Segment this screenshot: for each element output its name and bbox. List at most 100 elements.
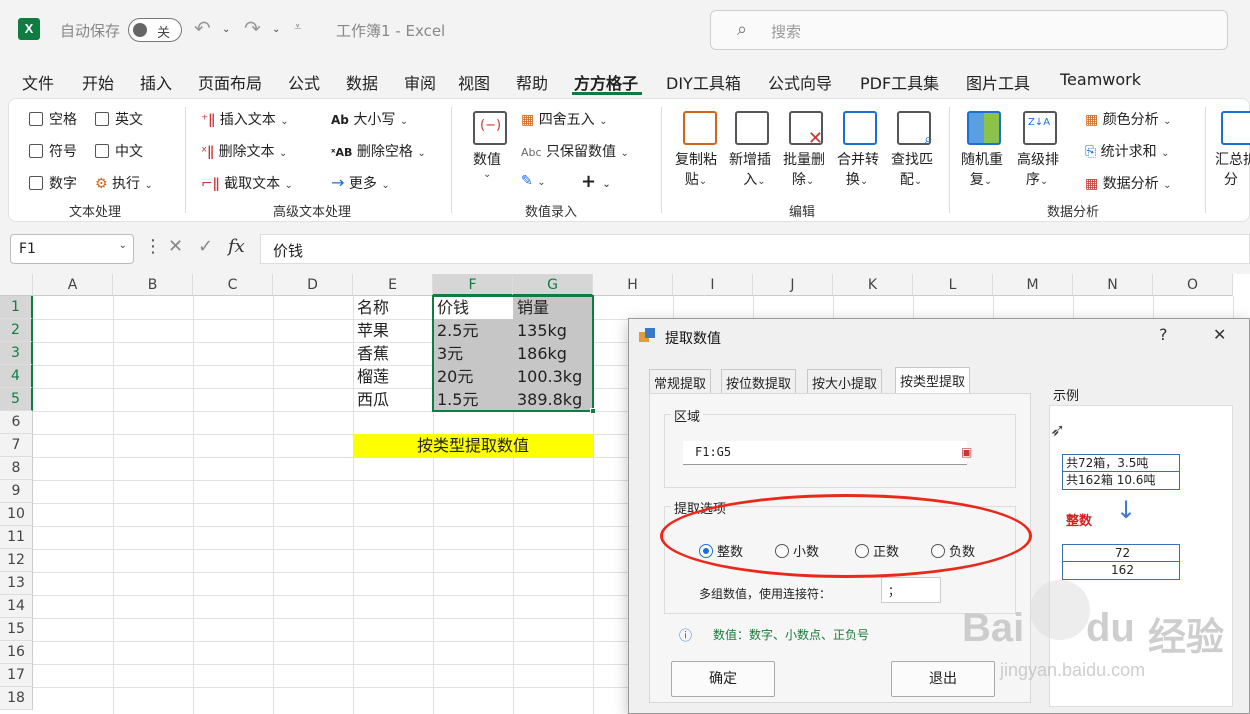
more-button[interactable]: → 更多 ⌄ — [331, 173, 390, 193]
col-header-o[interactable]: O — [1153, 274, 1233, 296]
col-header-d[interactable]: D — [273, 274, 353, 296]
tab-page-layout[interactable]: 页面布局 — [198, 70, 262, 94]
cell-e2[interactable]: 苹果 — [353, 319, 389, 342]
cell-g4[interactable]: 100.3kg — [513, 365, 582, 388]
row-header-10[interactable]: 10 — [0, 503, 33, 526]
row-header-14[interactable]: 14 — [0, 595, 33, 618]
more-options-icon[interactable]: ⋮ — [144, 236, 162, 257]
search-box[interactable]: ⌕ 搜索 — [710, 10, 1228, 50]
quick-access-customize-icon[interactable]: ⩡ — [294, 20, 301, 35]
exit-button[interactable]: 退出 — [891, 661, 995, 697]
row-header-8[interactable]: 8 — [0, 457, 33, 480]
merge-convert-button[interactable]: 合并转 换⌄ — [837, 149, 879, 189]
col-header-a[interactable]: A — [33, 274, 113, 296]
col-header-b[interactable]: B — [113, 274, 193, 296]
redo-dropdown-icon[interactable]: ⌄ — [272, 24, 280, 35]
row-header-1[interactable]: 1 — [0, 296, 33, 319]
row-header-16[interactable]: 16 — [0, 641, 33, 664]
name-box[interactable]: F1 ⌄ — [10, 234, 134, 264]
cell-g1[interactable]: 销量 — [513, 296, 549, 319]
tab-extract-by-type[interactable]: 按类型提取 — [895, 367, 971, 393]
check-space[interactable]: 空格 — [29, 109, 77, 129]
col-header-n[interactable]: N — [1073, 274, 1153, 296]
tab-insert[interactable]: 插入 — [140, 70, 172, 94]
col-header-k[interactable]: K — [833, 274, 913, 296]
advanced-sort-button[interactable]: 高级排 序⌄ — [1017, 149, 1059, 189]
cut-text-button[interactable]: ⌐ǁ 截取文本 ⌄ — [201, 173, 293, 193]
enter-icon[interactable]: ✓ — [198, 236, 213, 257]
tab-home[interactable]: 开始 — [82, 70, 114, 94]
delete-text-button[interactable]: ˣǁ 删除文本 ⌄ — [201, 141, 287, 161]
cell-f1[interactable]: 价钱 — [433, 296, 469, 319]
cell-e5[interactable]: 西瓜 — [353, 388, 389, 411]
cell-g2[interactable]: 135kg — [513, 319, 567, 342]
col-header-i[interactable]: I — [673, 274, 753, 296]
tab-view[interactable]: 视图 — [458, 70, 490, 94]
row-header-13[interactable]: 13 — [0, 572, 33, 595]
undo-icon[interactable]: ↶ — [194, 16, 211, 40]
row-header-4[interactable]: 4 — [0, 365, 33, 388]
cell-f5[interactable]: 1.5元 — [433, 388, 478, 411]
close-button[interactable]: ✕ — [1213, 325, 1226, 344]
execute-button[interactable]: ⚙ 执行 ⌄ — [95, 173, 153, 193]
cell-f4[interactable]: 20元 — [433, 365, 473, 388]
color-analysis-button[interactable]: ▦ 颜色分析 ⌄ — [1085, 109, 1172, 129]
delete-space-button[interactable]: ˣAB 删除空格 ⌄ — [331, 141, 426, 161]
help-button[interactable]: ? — [1159, 325, 1168, 344]
tab-regular-extract[interactable]: 常规提取 — [649, 369, 712, 393]
row-header-15[interactable]: 15 — [0, 618, 33, 641]
row-header-6[interactable]: 6 — [0, 411, 33, 434]
row-header-12[interactable]: 12 — [0, 549, 33, 572]
cell-e1[interactable]: 名称 — [353, 296, 389, 319]
stat-sum-button[interactable]: ⎘ 统计求和 ⌄ — [1085, 141, 1170, 161]
col-header-j[interactable]: J — [753, 274, 833, 296]
value-button[interactable]: 数值 — [473, 149, 501, 169]
formula-input[interactable]: 价钱 — [260, 234, 1250, 264]
tab-file[interactable]: 文件 — [22, 70, 54, 94]
edit-fill-button[interactable]: ✎ ⌄ — [521, 173, 546, 189]
area-input[interactable]: F1:G5 — [683, 441, 967, 465]
tab-diy-toolbox[interactable]: DIY工具箱 — [666, 70, 741, 94]
cell-e3[interactable]: 香蕉 — [353, 342, 389, 365]
row-header-18[interactable]: 18 — [0, 687, 33, 710]
row-header-2[interactable]: 2 — [0, 319, 33, 342]
undo-dropdown-icon[interactable]: ⌄ — [222, 24, 230, 35]
cell-f2[interactable]: 2.5元 — [433, 319, 478, 342]
insert-function-icon[interactable]: fx — [228, 236, 245, 257]
col-header-h[interactable]: H — [593, 274, 673, 296]
ok-button[interactable]: 确定 — [671, 661, 775, 697]
fill-handle[interactable] — [590, 408, 596, 414]
find-match-button[interactable]: 查找匹 配⌄ — [891, 149, 933, 189]
tab-help[interactable]: 帮助 — [516, 70, 548, 94]
row-header-9[interactable]: 9 — [0, 480, 33, 503]
row-header-11[interactable]: 11 — [0, 526, 33, 549]
col-header-m[interactable]: M — [993, 274, 1073, 296]
check-symbol[interactable]: 符号 — [29, 141, 77, 161]
cell-e4[interactable]: 榴莲 — [353, 365, 389, 388]
copy-paste-button[interactable]: 复制粘 贴⌄ — [675, 149, 717, 189]
row-header-17[interactable]: 17 — [0, 664, 33, 687]
autosave-toggle[interactable]: 关 — [128, 18, 182, 42]
tab-teamwork[interactable]: Teamwork — [1060, 70, 1141, 89]
keep-number-button[interactable]: Abc 只保留数值 ⌄ — [521, 141, 629, 161]
add-insert-button[interactable]: 新增插 入⌄ — [729, 149, 771, 189]
check-chinese[interactable]: 中文 — [95, 141, 143, 161]
joiner-input[interactable]: ； — [881, 577, 941, 603]
tab-formula-wizard[interactable]: 公式向导 — [768, 70, 832, 94]
tab-data[interactable]: 数据 — [346, 70, 378, 94]
redo-icon[interactable]: ↷ — [244, 16, 261, 40]
col-header-l[interactable]: L — [913, 274, 993, 296]
cell-f3[interactable]: 3元 — [433, 342, 463, 365]
cell-g3[interactable]: 186kg — [513, 342, 567, 365]
tab-fangfang[interactable]: 方方格子 — [574, 70, 638, 94]
tab-review[interactable]: 审阅 — [404, 70, 436, 94]
row-header-3[interactable]: 3 — [0, 342, 33, 365]
case-button[interactable]: Ab 大小写 ⌄ — [331, 109, 408, 129]
cancel-icon[interactable]: ✕ — [168, 236, 183, 257]
row-header-7[interactable]: 7 — [0, 434, 33, 457]
tab-formulas[interactable]: 公式 — [288, 70, 320, 94]
check-number[interactable]: 数字 — [29, 173, 77, 193]
cell-g5[interactable]: 389.8kg — [513, 388, 582, 411]
data-analysis-button[interactable]: ▦ 数据分析 ⌄ — [1085, 173, 1172, 193]
tab-extract-by-size[interactable]: 按大小提取 — [807, 369, 883, 393]
